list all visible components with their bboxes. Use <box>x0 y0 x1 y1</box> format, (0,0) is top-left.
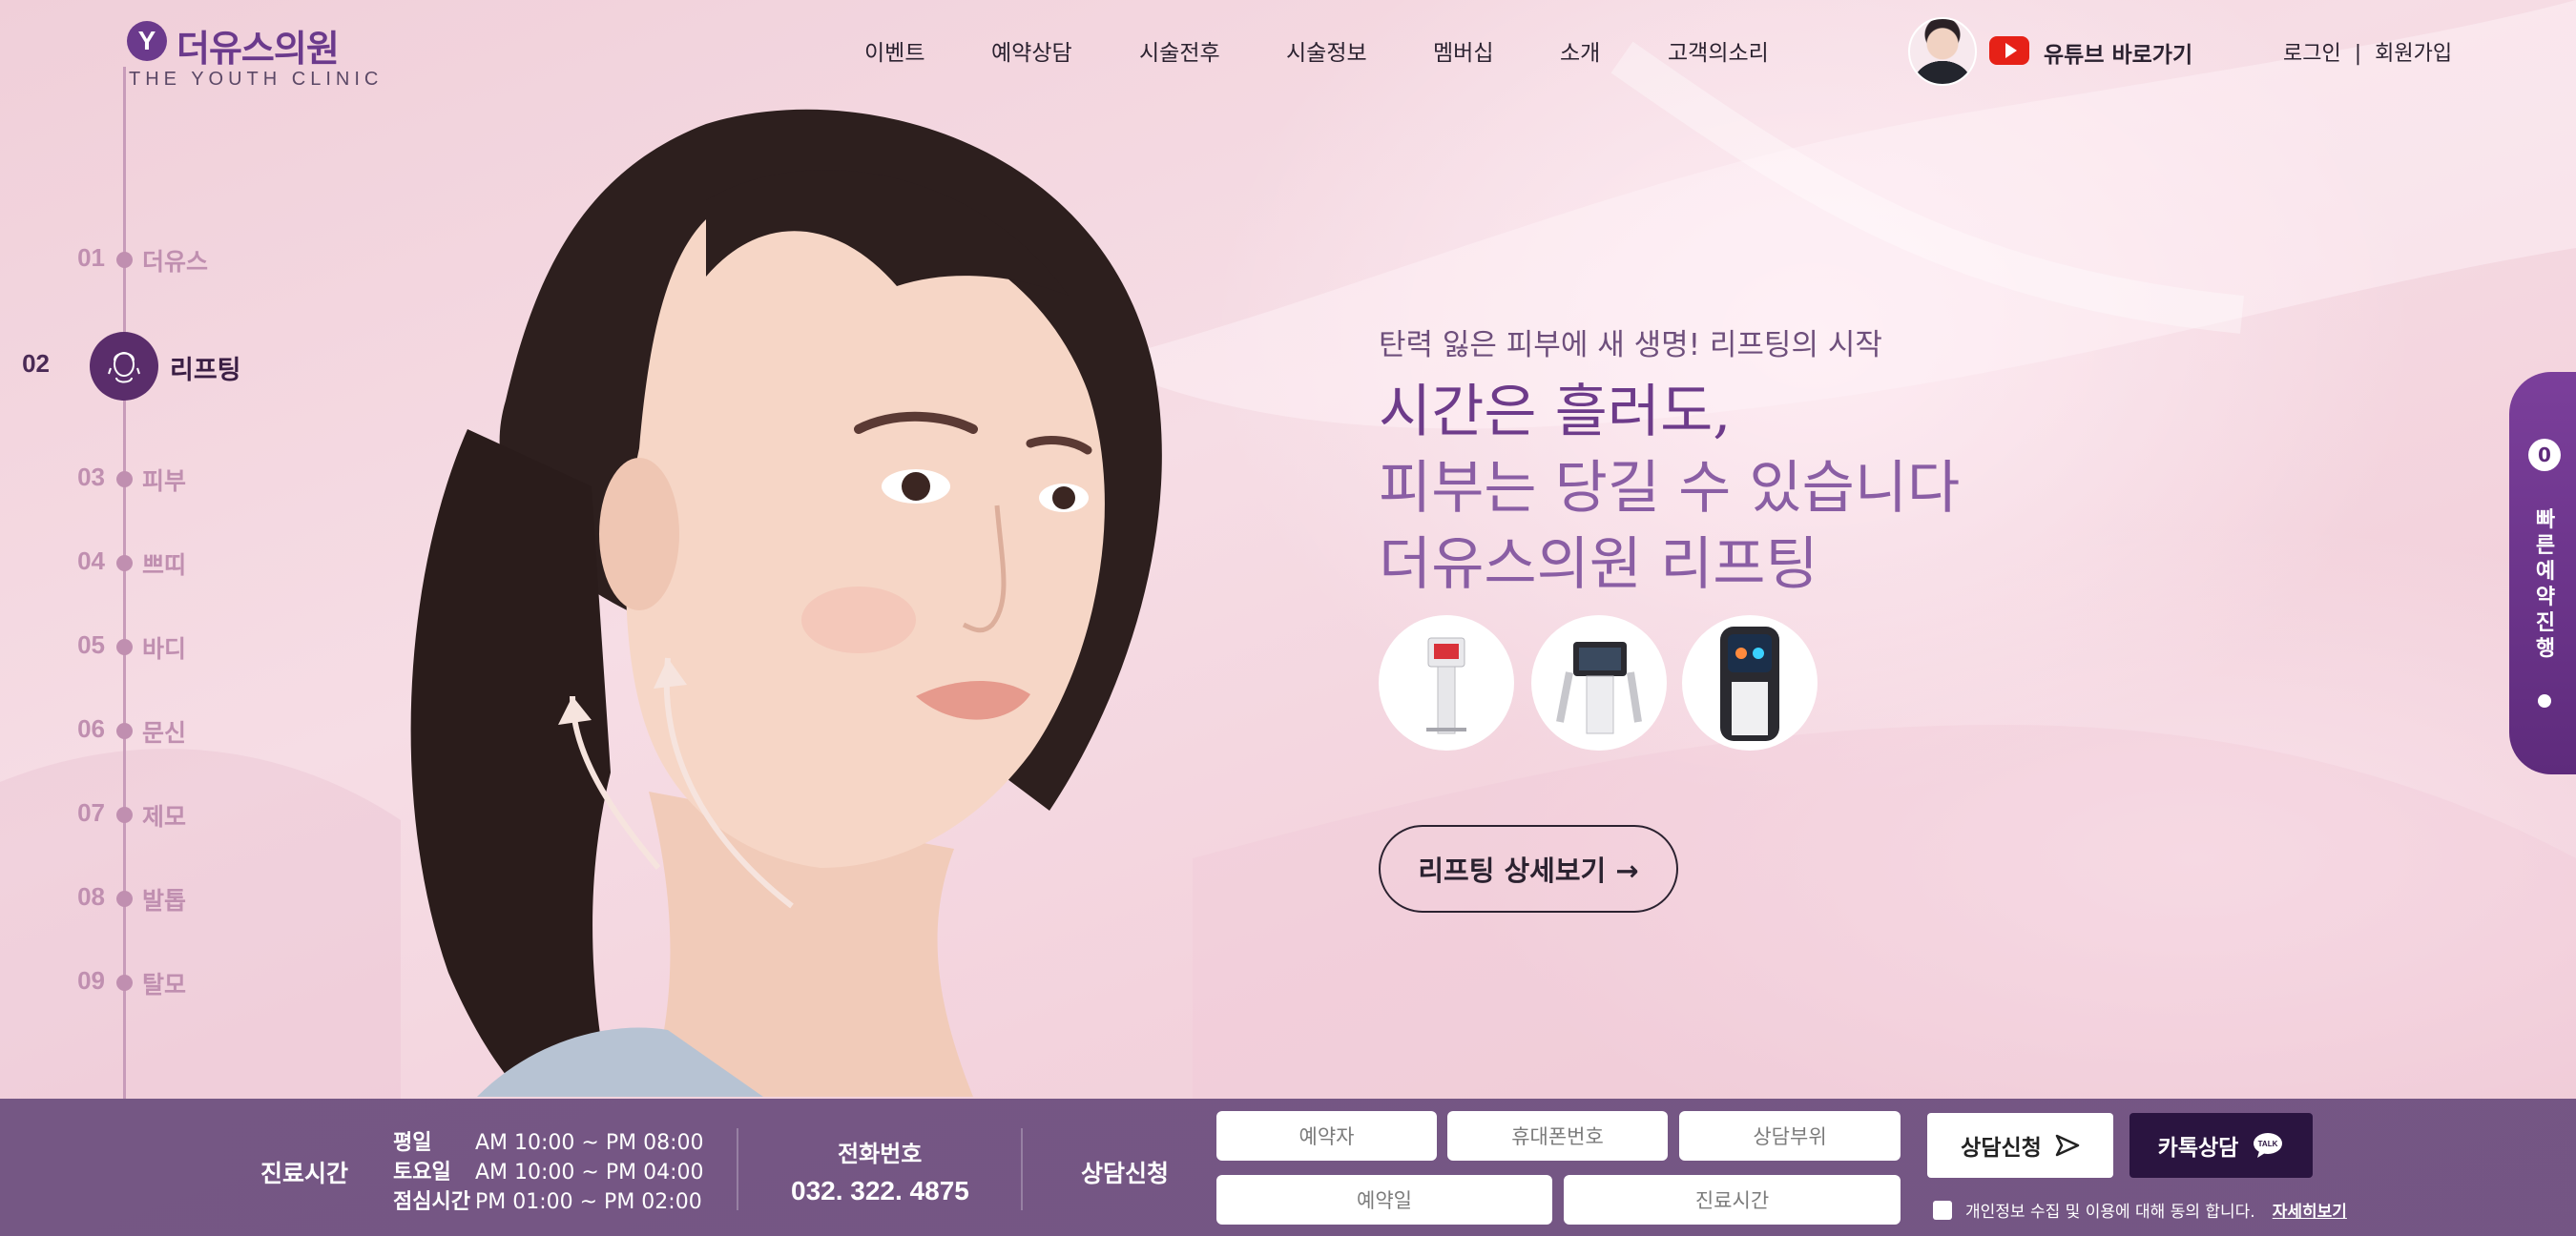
hours-time: PM 01:00 ~ PM 02:00 <box>475 1190 702 1214</box>
hours-row: 토요일 AM 10:00 ~ PM 04:00 <box>393 1155 704 1185</box>
kakao-consult-button[interactable]: 카톡상담 TALK <box>2129 1113 2313 1178</box>
side-nav-item-theyouth[interactable]: 01 더유스 <box>0 243 248 281</box>
side-nav-number: 06 <box>77 714 105 743</box>
side-nav-item-skin[interactable]: 03 피부 <box>0 463 248 501</box>
nav-item-treatment-info[interactable]: 시술정보 <box>1286 34 1367 67</box>
side-nav-item-hair-loss[interactable]: 09 탈모 <box>0 966 248 1004</box>
hours-time: AM 10:00 ~ PM 04:00 <box>475 1161 704 1184</box>
hero-title: 시간은 흘러도, 피부는 당길 수 있습니다 더유스의원 리프팅 <box>1379 374 1960 603</box>
side-nav-label: 바디 <box>142 635 187 663</box>
auth-separator: | <box>2354 42 2362 66</box>
side-nav-dot <box>116 891 133 907</box>
side-nav-item-lifting[interactable]: 02 리프팅 <box>0 332 248 401</box>
kakao-badge-text: TALK <box>2258 1140 2278 1148</box>
model-photo <box>410 109 1162 1097</box>
quick-reservation-label: 빠른예약진행 <box>2535 508 2556 661</box>
side-nav-label: 리프팅 <box>170 356 241 385</box>
side-nav-dot <box>116 975 133 991</box>
side-nav-number: 01 <box>77 243 105 272</box>
consult-title: 상담신청 <box>1081 1160 1170 1187</box>
side-nav-number: 02 <box>22 349 50 378</box>
bar-divider <box>1021 1128 1023 1210</box>
consult-submit-label: 상담신청 <box>1961 1136 2042 1161</box>
privacy-more-link[interactable]: 자세히보기 <box>2273 1198 2347 1222</box>
send-icon <box>2055 1134 2080 1157</box>
lifting-device-image-1 <box>1379 615 1514 751</box>
side-nav-item-tattoo[interactable]: 06 문신 <box>0 714 248 752</box>
consult-submit-button[interactable]: 상담신청 <box>1927 1113 2113 1178</box>
kakao-talk-icon: TALK <box>2254 1133 2283 1158</box>
hours-row: 평일 AM 10:00 ~ PM 08:00 <box>393 1125 704 1156</box>
quick-reservation-tab[interactable]: 0 빠른예약진행 <box>2509 372 2576 774</box>
privacy-agree-text: 개인정보 수집 및 이용에 대해 동의 합니다. <box>1965 1203 2255 1222</box>
date-field[interactable]: 예약일 <box>1216 1175 1552 1225</box>
hero-title-line: 피부는 당길 수 있습니다 <box>1379 455 1961 522</box>
hours-day: 토요일 <box>393 1161 451 1184</box>
nav-item-membership[interactable]: 멤버십 <box>1433 34 1493 67</box>
phone-number[interactable]: 032. 322. 4875 <box>791 1176 969 1206</box>
side-nav-number: 09 <box>77 966 105 995</box>
side-nav-item-body[interactable]: 05 바디 <box>0 630 248 669</box>
time-select[interactable]: 진료시간 <box>1564 1175 1901 1225</box>
side-nav-label: 탈모 <box>142 971 187 999</box>
logo-name-ko: 더유스의원 <box>177 28 340 70</box>
side-nav-dot <box>116 723 133 739</box>
hours-day: 점심시간 <box>393 1190 470 1214</box>
logo-name-en: THE YOUTH CLINIC <box>129 69 384 90</box>
privacy-agreement: 개인정보 수집 및 이용에 대해 동의 합니다. 자세히보기 <box>1933 1198 2347 1222</box>
side-nav-number: 05 <box>77 630 105 659</box>
side-nav-label: 쁘띠 <box>142 551 187 579</box>
nav-item-reservation[interactable]: 예약상담 <box>991 34 1072 67</box>
hero-title-line: 더유스의원 리프팅 <box>1379 531 1818 598</box>
hours-day: 평일 <box>393 1131 432 1155</box>
kakao-consult-label: 카톡상담 <box>2157 1136 2239 1161</box>
doctor-avatar[interactable] <box>1908 17 1977 86</box>
side-nav-label: 발톱 <box>142 887 187 915</box>
hours-row: 점심시간 PM 01:00 ~ PM 02:00 <box>393 1184 702 1215</box>
side-nav-dot <box>116 555 133 571</box>
quick-reservation-dot-icon <box>2538 694 2551 708</box>
area-select[interactable]: 상담부위 <box>1679 1111 1901 1161</box>
logo-mark-icon: Y <box>127 21 167 61</box>
youtube-icon[interactable] <box>1989 36 2029 65</box>
auth-links: 로그인 | 회원가입 <box>2283 36 2452 67</box>
side-nav-dot <box>116 639 133 655</box>
nav-item-events[interactable]: 이벤트 <box>864 34 924 67</box>
youtube-link[interactable]: 유튜브 바로가기 <box>2044 36 2192 69</box>
side-nav-dot <box>116 252 133 268</box>
bar-divider <box>737 1128 738 1210</box>
quick-reservation-count: 0 <box>2528 439 2561 471</box>
hours-title: 진료시간 <box>260 1160 349 1187</box>
side-nav-label: 더유스 <box>142 248 209 276</box>
privacy-checkbox[interactable] <box>1933 1200 1952 1220</box>
side-nav-number: 04 <box>77 546 105 575</box>
side-nav-label: 피부 <box>142 467 187 495</box>
side-nav-label: 문신 <box>142 719 187 747</box>
hours-time: AM 10:00 ~ PM 08:00 <box>475 1131 704 1155</box>
side-nav-item-toenail[interactable]: 08 발톱 <box>0 882 248 920</box>
side-nav-dot <box>116 807 133 823</box>
nav-item-reviews[interactable]: 고객의소리 <box>1668 34 1769 67</box>
login-link[interactable]: 로그인 <box>2283 42 2341 66</box>
mobile-field[interactable]: 휴대폰번호 <box>1447 1111 1668 1161</box>
lifting-device-image-2 <box>1531 615 1667 751</box>
side-nav-number: 03 <box>77 463 105 491</box>
phone-title: 전화번호 <box>838 1141 923 1167</box>
lifting-device-image-3 <box>1682 615 1818 751</box>
hero-title-line: 시간은 흘러도, <box>1379 379 1732 445</box>
name-field[interactable]: 예약자 <box>1216 1111 1437 1161</box>
side-nav-label: 제모 <box>142 803 187 831</box>
side-nav-dot <box>116 471 133 487</box>
face-lifting-icon <box>90 332 158 401</box>
side-nav-number: 08 <box>77 882 105 911</box>
nav-item-about[interactable]: 소개 <box>1560 34 1600 67</box>
nav-item-before-after[interactable]: 시술전후 <box>1139 34 1220 67</box>
side-nav-number: 07 <box>77 798 105 827</box>
hero-subtitle: 탄력 잃은 피부에 새 생명! 리프팅의 시작 <box>1379 328 1882 362</box>
side-nav-item-petit[interactable]: 04 쁘띠 <box>0 546 248 585</box>
side-nav-item-hair-removal[interactable]: 07 제모 <box>0 798 248 836</box>
signup-link[interactable]: 회원가입 <box>2375 42 2452 66</box>
lifting-detail-button[interactable]: 리프팅 상세보기 → <box>1379 825 1678 913</box>
